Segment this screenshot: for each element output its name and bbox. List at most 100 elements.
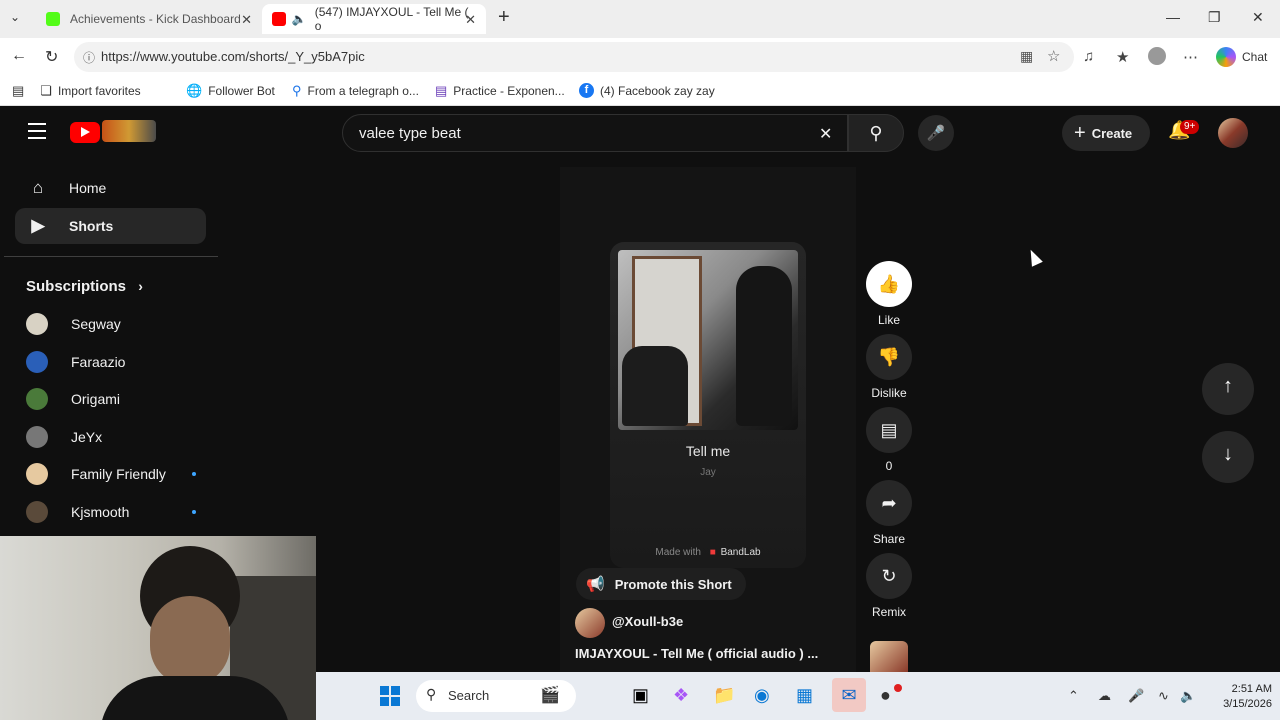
remix-button[interactable]: ↻ Remix (866, 553, 912, 619)
account-avatar[interactable] (1218, 118, 1248, 148)
action-label: Like (877, 313, 900, 327)
action-label: Remix (871, 605, 906, 619)
sidebar-item-shorts[interactable]: ▶ Shorts (15, 208, 206, 244)
arrow-down-icon: ↓ (1223, 443, 1233, 465)
subscription-item[interactable]: Origami (26, 381, 196, 417)
refresh-icon[interactable]: ↻ (45, 47, 58, 67)
copilot-icon[interactable] (1216, 47, 1236, 67)
create-label: Create (1091, 125, 1133, 141)
show-hidden-icons-icon[interactable]: ⌃ (1068, 688, 1079, 704)
copilot-app-icon[interactable]: ❖ (673, 685, 689, 706)
app-available-icon[interactable]: ▦ (1020, 48, 1033, 65)
promote-short-button[interactable]: 📢 Promote this Short (576, 568, 746, 600)
channel-avatar (26, 388, 48, 410)
volume-icon[interactable]: 🔈 (1180, 688, 1196, 704)
speaker-icon[interactable]: 🔈 (292, 12, 307, 26)
webcam-overlay (0, 536, 316, 720)
favorites-icon[interactable]: ★ (1116, 48, 1129, 66)
next-short-button[interactable]: ↓ (1202, 431, 1254, 483)
favorites-bar: ▤ ❏ Import favorites 🌐 Follower Bot ⚲ Fr… (0, 76, 1280, 106)
favorite-practice[interactable]: ▤ Practice - Exponen... (435, 83, 565, 99)
onedrive-icon[interactable]: ☁ (1098, 688, 1111, 704)
tab-kick-dashboard[interactable]: Achievements - Kick Dashboard ✕ (36, 4, 262, 34)
channel-avatar (26, 426, 48, 448)
search-icon: ⚲ (426, 686, 437, 702)
menu-icon[interactable] (28, 123, 46, 139)
maximize-button[interactable]: ❐ (1208, 9, 1221, 26)
tab-title: (547) IMJAYXOUL - Tell Me ( o (314, 5, 469, 33)
subscription-item[interactable]: Faraazio (26, 344, 196, 380)
favorite-telegraph[interactable]: ⚲ From a telegraph o... (292, 83, 419, 99)
made-with-label: Made with (655, 547, 701, 558)
taskbar-search[interactable]: ⚲ Search 🎬 (416, 680, 576, 712)
sidebar-item-home[interactable]: ⌂ Home (15, 170, 206, 206)
action-label: Dislike (871, 386, 907, 400)
channel-name: Origami (71, 391, 121, 407)
clock-date: 3/15/2026 (1223, 698, 1272, 710)
doodle-logo[interactable] (102, 120, 156, 142)
close-tab-icon[interactable]: ✕ (465, 12, 476, 28)
kick-favicon-icon (46, 12, 60, 26)
search-input[interactable]: valee type beat ✕ (342, 114, 848, 152)
url-field[interactable]: ⓘ https://www.youtube.com/shorts/_Y_y5bA… (74, 42, 1074, 72)
clear-search-icon[interactable]: ✕ (819, 124, 832, 144)
task-view-icon[interactable]: ▣ (632, 685, 649, 706)
import-favorites-icon: ❏ (40, 83, 52, 98)
action-label: 0 (885, 459, 893, 473)
address-bar-row: ← ↻ ⓘ https://www.youtube.com/shorts/_Y_… (0, 38, 1280, 76)
like-button[interactable]: 👍 Like (866, 261, 912, 327)
site-info-icon[interactable]: ⓘ (83, 49, 95, 66)
new-content-dot (192, 472, 196, 476)
sound-thumbnail[interactable] (870, 641, 908, 672)
media-control-icon[interactable]: ♫ (1083, 48, 1094, 65)
subscriptions-header[interactable]: Subscriptions › (26, 278, 143, 295)
start-menu-icon[interactable] (380, 686, 400, 706)
more-options-icon[interactable]: ⋯ (1183, 48, 1198, 66)
youtube-header: valee type beat ✕ ⚲ 🎤 + Create 🔔 9+ (4, 106, 1276, 160)
video-title[interactable]: IMJAYXOUL - Tell Me ( official audio ) .… (575, 646, 818, 661)
album-art (618, 250, 798, 430)
favorite-follower-bot[interactable]: 🌐 Follower Bot (186, 83, 275, 99)
new-tab-button[interactable]: + (498, 6, 510, 29)
store-icon[interactable]: ▦ (796, 685, 813, 706)
microphone-icon[interactable]: 🎤 (1128, 688, 1144, 704)
voice-search-button[interactable]: 🎤 (918, 115, 954, 151)
favorite-import[interactable]: ▤ ❏ Import favorites (12, 83, 141, 99)
subscriptions-label: Subscriptions (26, 278, 127, 295)
system-clock[interactable]: 2:51 AM 3/15/2026 (1202, 682, 1272, 712)
youtube-logo[interactable] (70, 122, 100, 143)
tab-youtube[interactable]: 🔈 (547) IMJAYXOUL - Tell Me ( o ✕ (262, 4, 486, 34)
file-explorer-icon[interactable]: 📁 (713, 685, 735, 706)
close-window-button[interactable]: ✕ (1252, 9, 1264, 26)
close-tab-icon[interactable]: ✕ (241, 12, 252, 28)
favorite-facebook[interactable]: f (4) Facebook zay zay (579, 83, 715, 98)
search-icon: ⚲ (869, 123, 883, 143)
edge-browser-icon[interactable]: ◉ (754, 685, 770, 706)
wifi-icon[interactable]: ∿ (1158, 688, 1169, 704)
song-title: Tell me (685, 443, 731, 459)
previous-short-button[interactable]: ↑ (1202, 363, 1254, 415)
tab-actions-icon[interactable]: ⌄ (10, 10, 20, 24)
mouse-cursor (1025, 247, 1043, 267)
obs-icon[interactable]: ● (880, 685, 891, 706)
favorite-label: From a telegraph o... (307, 84, 419, 98)
comments-button[interactable]: ▤ 0 (866, 407, 912, 473)
chat-label[interactable]: Chat (1242, 50, 1267, 64)
minimize-button[interactable]: — (1166, 9, 1180, 25)
dislike-button[interactable]: 👎 Dislike (866, 334, 912, 400)
search-button[interactable]: ⚲ (848, 114, 904, 152)
subscription-item[interactable]: JeYx (26, 419, 196, 455)
create-button[interactable]: + Create (1062, 115, 1150, 151)
subscription-item[interactable]: Family Friendly (26, 456, 196, 492)
favorite-star-icon[interactable]: ☆ (1047, 47, 1060, 65)
channel-handle[interactable]: @Xoull-b3e (612, 614, 683, 629)
channel-avatar[interactable] (575, 608, 605, 638)
subscription-item[interactable]: Segway (26, 306, 196, 342)
profile-avatar[interactable] (1148, 47, 1166, 65)
subscription-item[interactable]: Kjsmooth (26, 494, 196, 530)
share-button[interactable]: ➦ Share (866, 480, 912, 546)
sidebar-divider (4, 256, 218, 257)
outlook-icon[interactable]: ✉ (832, 678, 866, 712)
remix-icon: ↻ (866, 553, 912, 599)
back-icon[interactable]: ← (11, 47, 27, 65)
